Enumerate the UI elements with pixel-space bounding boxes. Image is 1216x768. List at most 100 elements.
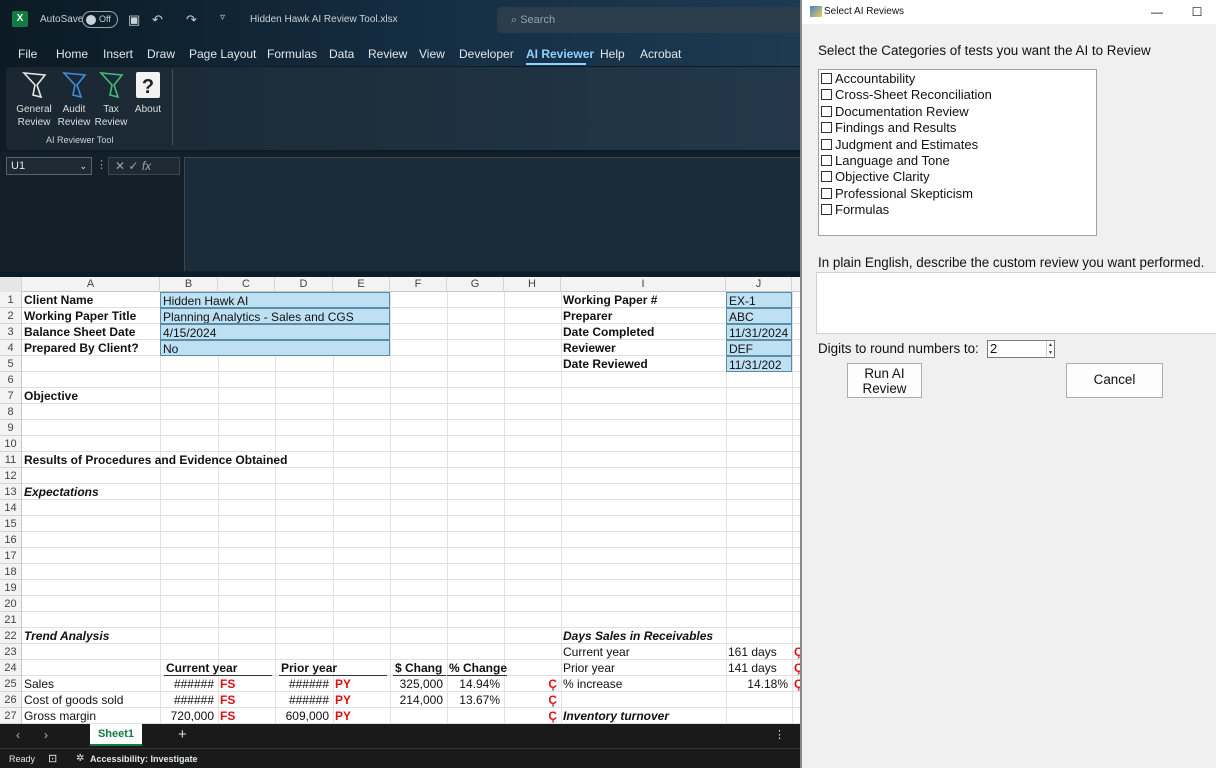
category-item[interactable]: Professional Skepticism [819, 186, 973, 203]
category-item[interactable]: Accountability [819, 71, 915, 88]
next-sheet-icon[interactable]: › [44, 728, 48, 742]
row-header-10[interactable]: 10 [0, 436, 22, 452]
category-item[interactable]: Formulas [819, 202, 889, 219]
cell-b27[interactable]: 720,000 [160, 708, 218, 724]
worksheet-grid[interactable]: 1 2 3 4 5 6 7 8 9 10 11 12 13 14 15 16 17 18 19 20 21 22 23 24 2… [0, 292, 802, 724]
cell-c27[interactable]: FS [218, 708, 275, 724]
category-checkbox[interactable] [821, 89, 832, 101]
row-header-24[interactable]: 24 [0, 660, 22, 676]
accessibility-icon[interactable]: ✲ [76, 753, 84, 764]
cell-a13[interactable]: Expectations [22, 484, 322, 500]
menu-ai-reviewer[interactable]: AI Reviewer [526, 47, 594, 61]
cell-i2[interactable]: Preparer [561, 308, 726, 324]
cell-b4[interactable]: No [160, 340, 390, 356]
column-header-j[interactable]: J [726, 277, 792, 292]
column-header-a[interactable]: A [22, 277, 160, 292]
general-review-button[interactable]: General Review [14, 69, 54, 129]
cell-j3[interactable]: 11/31/2024 [726, 324, 792, 340]
enter-icon[interactable]: ✓ [128, 159, 138, 173]
row-header-11[interactable]: 11 [0, 452, 22, 468]
tax-review-button[interactable]: Tax Review [91, 69, 131, 129]
cell-f24[interactable]: $ Chang [393, 660, 446, 676]
menu-help[interactable]: Help [600, 47, 625, 61]
row-header-19[interactable]: 19 [0, 580, 22, 596]
cell-c26[interactable]: FS [218, 692, 275, 708]
save-icon[interactable]: ▣ [128, 12, 140, 28]
cell-g25[interactable]: 14.94% [447, 676, 504, 692]
row-header-27[interactable]: 27 [0, 708, 22, 724]
category-checkbox[interactable] [821, 171, 832, 183]
digits-stepper[interactable]: 2 ▲ ▼ [987, 340, 1055, 358]
cell-i5[interactable]: Date Reviewed [561, 356, 726, 372]
category-item[interactable]: Cross-Sheet Reconciliation [819, 87, 992, 104]
cell-j4[interactable]: DEF [726, 340, 792, 356]
undo-icon[interactable]: ↶ [152, 12, 163, 28]
maximize-icon[interactable]: ☐ [1186, 0, 1208, 24]
cell-a1[interactable]: Client Name [22, 292, 160, 308]
cell-j1[interactable]: EX-1 [726, 292, 792, 308]
column-header-g[interactable]: G [447, 277, 504, 292]
autosave-toggle[interactable]: Off [82, 11, 118, 28]
column-header-f[interactable]: F [390, 277, 447, 292]
category-item[interactable]: Language and Tone [819, 153, 950, 170]
row-header-7[interactable]: 7 [0, 388, 22, 404]
cell-j5[interactable]: 11/31/202 [726, 356, 792, 372]
accessibility-status[interactable]: Accessibility: Investigate [90, 754, 198, 764]
fx-icon[interactable]: fx [142, 159, 151, 173]
row-header-15[interactable]: 15 [0, 516, 22, 532]
categories-checklist[interactable]: Accountability Cross-Sheet Reconciliation… [818, 69, 1097, 236]
row-header-8[interactable]: 8 [0, 404, 22, 420]
cell-j23[interactable]: 161 days [726, 644, 792, 660]
cancel-icon[interactable]: ✕ [115, 159, 125, 173]
cell-a22[interactable]: Trend Analysis [22, 628, 222, 644]
cell-d27[interactable]: 609,000 [275, 708, 333, 724]
menu-view[interactable]: View [419, 47, 445, 61]
sheet-tab-sheet1[interactable]: Sheet1 [90, 724, 142, 746]
row-header-4[interactable]: 4 [0, 340, 22, 356]
cell-i23[interactable]: Current year [561, 644, 726, 660]
cell-a2[interactable]: Working Paper Title [22, 308, 160, 324]
more-icon[interactable]: ⋮ [96, 158, 107, 171]
cell-f25[interactable]: 325,000 [390, 676, 447, 692]
menu-data[interactable]: Data [329, 47, 354, 61]
category-item[interactable]: Judgment and Estimates [819, 137, 978, 154]
row-header-23[interactable]: 23 [0, 644, 22, 660]
category-checkbox[interactable] [821, 204, 832, 216]
category-item[interactable]: Documentation Review [819, 104, 969, 121]
cell-b25[interactable]: ###### [160, 676, 218, 692]
category-checkbox[interactable] [821, 122, 832, 134]
row-header-6[interactable]: 6 [0, 372, 22, 388]
cell-i27[interactable]: Inventory turnover [561, 708, 726, 724]
row-header-5[interactable]: 5 [0, 356, 22, 372]
file-name[interactable]: Hidden Hawk AI Review Tool.xlsx [250, 14, 398, 25]
macro-record-icon[interactable]: ⊡ [48, 752, 57, 765]
row-header-17[interactable]: 17 [0, 548, 22, 564]
category-checkbox[interactable] [821, 138, 832, 150]
menu-developer[interactable]: Developer [459, 47, 514, 61]
cell-b24[interactable]: Current year [164, 660, 272, 676]
row-header-13[interactable]: 13 [0, 484, 22, 500]
cell-a7[interactable]: Objective [22, 388, 322, 404]
cell-a27[interactable]: Gross margin [22, 708, 160, 724]
cell-d24[interactable]: Prior year [279, 660, 387, 676]
menu-review[interactable]: Review [368, 47, 407, 61]
category-item[interactable]: Objective Clarity [819, 169, 930, 186]
cell-i1[interactable]: Working Paper # [561, 292, 726, 308]
redo-icon[interactable]: ↷ [186, 12, 197, 28]
about-button[interactable]: ? About [128, 69, 168, 129]
category-checkbox[interactable] [821, 155, 832, 166]
cell-j24[interactable]: 141 days [726, 660, 792, 676]
category-checkbox[interactable] [821, 187, 832, 199]
category-checkbox[interactable] [821, 73, 832, 84]
column-header-h[interactable]: H [504, 277, 561, 292]
menu-draw[interactable]: Draw [147, 47, 175, 61]
row-header-18[interactable]: 18 [0, 564, 22, 580]
cell-a3[interactable]: Balance Sheet Date [22, 324, 160, 340]
cell-i22[interactable]: Days Sales in Receivables [561, 628, 726, 644]
cell-b2[interactable]: Planning Analytics - Sales and CGS [160, 308, 390, 324]
row-header-26[interactable]: 26 [0, 692, 22, 708]
select-all-corner[interactable] [0, 277, 22, 292]
row-header-9[interactable]: 9 [0, 420, 22, 436]
cell-e27[interactable]: PY [333, 708, 390, 724]
audit-review-button[interactable]: Audit Review [54, 69, 94, 129]
